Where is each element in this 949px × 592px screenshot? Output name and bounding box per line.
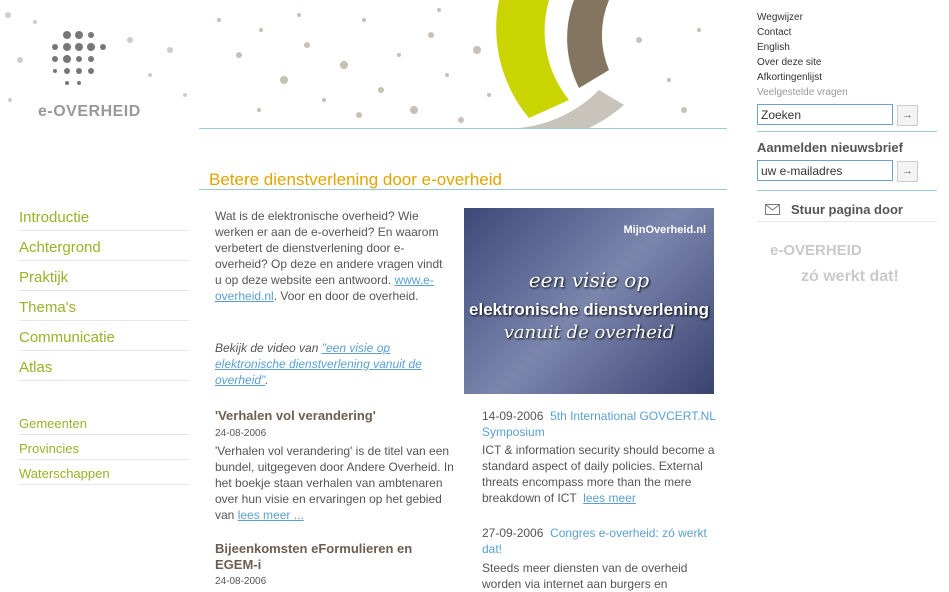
- logo-dots-graphic: [5, 12, 187, 102]
- search-input[interactable]: [757, 104, 893, 125]
- news-text: Steeds meer diensten van de overheid wor…: [482, 561, 688, 591]
- video-title-line: vanuit de overheid: [503, 322, 675, 343]
- article-text: 'Verhalen vol verandering' is de titel v…: [215, 444, 454, 522]
- nav-item-themas[interactable]: Thema's: [19, 299, 189, 321]
- nav-item-communicatie[interactable]: Communicatie: [19, 329, 189, 351]
- util-link-veelgestelde-vragen[interactable]: Veelgestelde vragen: [757, 87, 848, 98]
- article-date: 24-08-2006: [215, 576, 267, 587]
- right-divider: [757, 131, 937, 132]
- header-graphic: [217, 0, 701, 128]
- nav-item-atlas[interactable]: Atlas: [19, 359, 189, 381]
- nav-item-achtergrond[interactable]: Achtergrond: [19, 239, 189, 261]
- article-title[interactable]: 'Verhalen vol verandering': [215, 408, 376, 423]
- video-title-line: een visie op: [528, 268, 650, 292]
- video-caption: MijnOverheid.nl: [623, 224, 706, 236]
- promo-logo[interactable]: e-OVERHEID: [770, 242, 862, 259]
- video-text: Bekijk de video van "een visie op elektr…: [215, 341, 422, 387]
- newsletter-go-button[interactable]: →: [897, 161, 918, 182]
- nav-item-gemeenten[interactable]: Gemeenten: [19, 416, 189, 435]
- news-text: ICT & information security should become…: [482, 443, 715, 505]
- search-go-button[interactable]: →: [897, 105, 918, 126]
- newsletter-title: Aanmelden nieuwsbrief: [757, 140, 903, 155]
- nav-item-provincies[interactable]: Provincies: [19, 441, 189, 460]
- news-header: 14-09-2006 5th International GOVCERT.NL …: [482, 408, 727, 440]
- intro-text: Wat is de elektronische overheid? Wie we…: [215, 209, 443, 303]
- article-title[interactable]: Bijeenkomsten eFormulieren en EGEM-i: [215, 541, 455, 573]
- send-page-link[interactable]: Stuur pagina door: [791, 202, 903, 217]
- video-thumbnail[interactable]: MijnOverheid.nl een visie op elektronisc…: [464, 208, 714, 394]
- title-divider: [199, 189, 727, 190]
- news-header: 27-09-2006 Congres e-overheid: zó werkt …: [482, 525, 727, 557]
- util-link-contact[interactable]: Contact: [757, 27, 791, 38]
- nav-item-praktijk[interactable]: Praktijk: [19, 269, 189, 291]
- header-divider: [199, 128, 727, 129]
- util-link-over-deze-site[interactable]: Over deze site: [757, 57, 821, 68]
- right-divider: [757, 221, 937, 222]
- nav-item-waterschappen[interactable]: Waterschappen: [19, 466, 189, 485]
- promo-tagline[interactable]: zó werkt dat!: [801, 268, 899, 286]
- video-title-line: elektronische dienstverlening: [469, 300, 709, 319]
- article-date: 24-08-2006: [215, 428, 267, 439]
- util-link-wegwijzer[interactable]: Wegwijzer: [757, 12, 803, 23]
- mail-icon: [765, 204, 780, 215]
- util-link-english[interactable]: English: [757, 42, 790, 53]
- util-link-afkortingenlijst[interactable]: Afkortingenlijst: [757, 72, 822, 83]
- news-date: 14-09-2006: [482, 409, 544, 423]
- site-logo[interactable]: e-OVERHEID: [38, 103, 141, 121]
- nav-item-introductie[interactable]: Introductie: [19, 209, 189, 231]
- page-title: Betere dienstverlening door e-overheid: [209, 170, 502, 189]
- newsletter-email-input[interactable]: [757, 160, 893, 181]
- news-date: 27-09-2006: [482, 526, 544, 540]
- right-divider: [757, 190, 937, 191]
- read-more-link[interactable]: lees meer ...: [238, 508, 304, 522]
- read-more-link[interactable]: lees meer: [583, 491, 636, 505]
